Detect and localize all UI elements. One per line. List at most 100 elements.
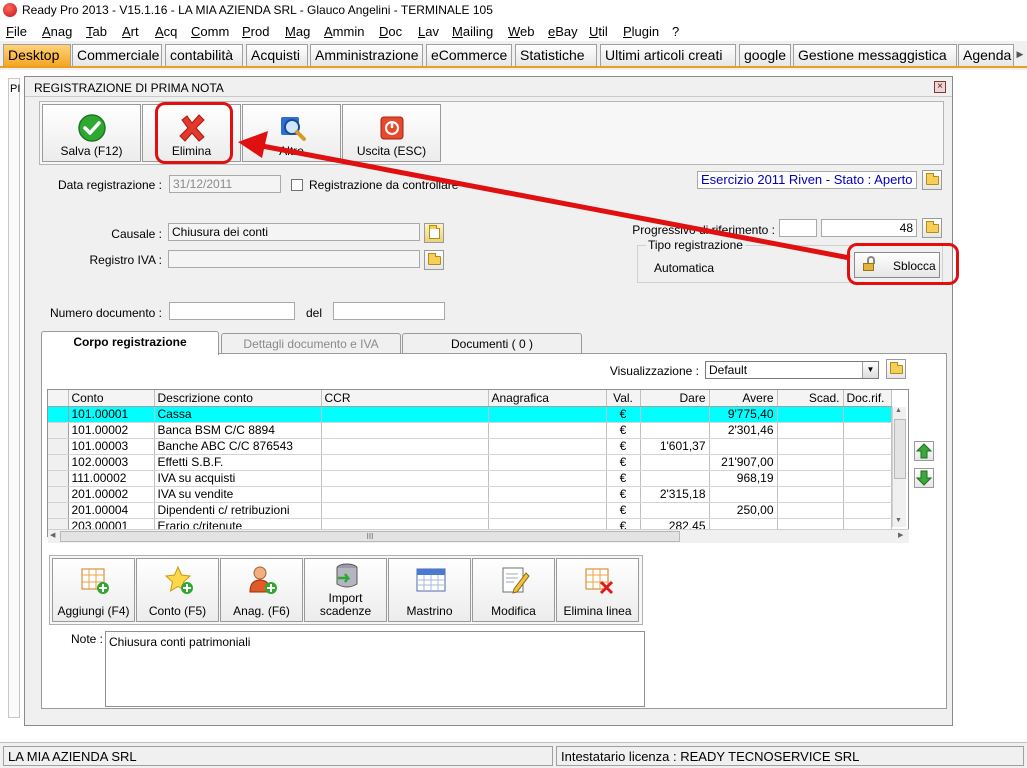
tab-agenda[interactable]: Agenda: [958, 44, 1014, 66]
table-cell[interactable]: [321, 422, 489, 439]
table-cell[interactable]: [777, 502, 844, 519]
table-cell[interactable]: Banche ABC C/C 876543: [154, 438, 322, 455]
table-cell[interactable]: 21'907,00: [709, 454, 778, 471]
esercizio-folder-button[interactable]: [922, 170, 942, 190]
table-cell[interactable]: [843, 470, 892, 487]
table-cell[interactable]: [321, 502, 489, 519]
table-cell[interactable]: 101.00002: [68, 422, 155, 439]
progressivo-field-1[interactable]: [779, 219, 817, 237]
tab-desktop[interactable]: Desktop: [3, 44, 71, 66]
causale-field[interactable]: Chiusura dei conti: [168, 223, 420, 241]
table-cell[interactable]: [843, 454, 892, 471]
table-cell[interactable]: €: [606, 502, 641, 519]
menu-doc[interactable]: Doc: [379, 24, 402, 39]
column-header[interactable]: Descrizione conto: [154, 390, 322, 407]
aggiungi-button[interactable]: Aggiungi (F4): [52, 558, 135, 622]
table-cell[interactable]: [488, 470, 607, 487]
registro-iva-field[interactable]: [168, 250, 420, 268]
column-header[interactable]: Val.: [606, 390, 641, 407]
scroll-left-icon[interactable]: ◀: [50, 531, 55, 539]
row-indicator[interactable]: [48, 454, 69, 471]
table-cell[interactable]: 201.00004: [68, 502, 155, 519]
menu-acq[interactable]: Acq: [155, 24, 177, 39]
mastrino-button[interactable]: Mastrino: [388, 558, 471, 622]
grid-horizontal-scrollbar[interactable]: ◀ III ▶: [48, 529, 909, 543]
menu-mailing[interactable]: Mailing: [452, 24, 493, 39]
table-cell[interactable]: IVA su acquisti: [154, 470, 322, 487]
table-cell[interactable]: 101.00003: [68, 438, 155, 455]
table-cell[interactable]: 101.00001: [68, 406, 155, 423]
table-cell[interactable]: [321, 486, 489, 503]
conto-button[interactable]: Conto (F5): [136, 558, 219, 622]
exit-button[interactable]: Uscita (ESC): [342, 104, 441, 162]
tab-documenti[interactable]: Documenti ( 0 ): [402, 333, 582, 353]
table-row[interactable]: 101.00001 Cassa €9'775,40: [48, 406, 892, 423]
progressivo-field-2[interactable]: 48: [821, 219, 917, 237]
scroll-right-icon[interactable]: ▶: [898, 531, 903, 539]
del-field[interactable]: [333, 302, 445, 320]
column-header[interactable]: Scad.: [777, 390, 844, 407]
row-indicator[interactable]: [48, 502, 69, 519]
table-cell[interactable]: Dipendenti c/ retribuzioni: [154, 502, 322, 519]
menu-ebay[interactable]: eBay: [548, 24, 578, 39]
menu-mag[interactable]: Mag: [285, 24, 310, 39]
table-cell[interactable]: [843, 422, 892, 439]
table-cell[interactable]: [321, 406, 489, 423]
row-indicator[interactable]: [48, 470, 69, 487]
chevron-down-icon[interactable]: ▼: [862, 362, 878, 378]
table-cell[interactable]: 2'315,18: [640, 486, 710, 503]
table-cell[interactable]: [843, 438, 892, 455]
table-cell[interactable]: 111.00002: [68, 470, 155, 487]
anag-button[interactable]: Anag. (F6): [220, 558, 303, 622]
table-cell[interactable]: Banca BSM C/C 8894: [154, 422, 322, 439]
table-cell[interactable]: 968,19: [709, 470, 778, 487]
move-row-up-button[interactable]: [914, 441, 934, 461]
table-cell[interactable]: 201.00002: [68, 486, 155, 503]
column-header[interactable]: Anagrafica: [488, 390, 607, 407]
scroll-down-icon[interactable]: ▼: [895, 517, 902, 524]
visualizzazione-folder-button[interactable]: [886, 359, 906, 379]
menu-prod[interactable]: Prod: [242, 24, 269, 39]
table-row[interactable]: 102.00003 Effetti S.B.F. €21'907,00: [48, 454, 892, 471]
tab-contabilit[interactable]: contabilità: [165, 44, 243, 66]
tab-scroll-right-icon[interactable]: ▶: [1013, 46, 1027, 62]
table-cell[interactable]: [321, 438, 489, 455]
menu-web[interactable]: Web: [508, 24, 535, 39]
table-cell[interactable]: [709, 486, 778, 503]
scroll-thumb[interactable]: [894, 419, 906, 479]
table-cell[interactable]: 250,00: [709, 502, 778, 519]
import-scadenze-button[interactable]: Import scadenze: [304, 558, 387, 622]
table-cell[interactable]: [843, 406, 892, 423]
tab-dettagli-documento[interactable]: Dettagli documento e IVA: [221, 333, 401, 353]
hscroll-thumb[interactable]: III: [60, 531, 680, 542]
dialog-close-button[interactable]: ×: [934, 81, 946, 93]
table-cell[interactable]: €: [606, 438, 641, 455]
menu-help[interactable]: ?: [672, 24, 679, 39]
menu-art[interactable]: Art: [122, 24, 139, 39]
table-cell[interactable]: [640, 470, 710, 487]
tab-statistiche[interactable]: Statistiche: [515, 44, 597, 66]
column-header[interactable]: CCR: [321, 390, 489, 407]
row-indicator[interactable]: [48, 486, 69, 503]
table-cell[interactable]: [777, 422, 844, 439]
table-cell[interactable]: [709, 438, 778, 455]
table-cell[interactable]: [488, 502, 607, 519]
table-cell[interactable]: [640, 454, 710, 471]
table-cell[interactable]: €: [606, 422, 641, 439]
scroll-up-icon[interactable]: ▲: [895, 407, 902, 414]
tab-commerciale[interactable]: Commerciale: [72, 44, 162, 66]
table-cell[interactable]: €: [606, 406, 641, 423]
tab-corpo-registrazione[interactable]: Corpo registrazione: [41, 331, 219, 355]
tab-gestione-messaggistica[interactable]: Gestione messaggistica: [793, 44, 957, 66]
menu-file[interactable]: File: [6, 24, 27, 39]
menu-plugin[interactable]: Plugin: [623, 24, 659, 39]
menu-tab[interactable]: Tab: [86, 24, 107, 39]
progressivo-folder-button[interactable]: [922, 218, 942, 238]
menu-ammin[interactable]: Ammin: [324, 24, 364, 39]
menu-util[interactable]: Util: [589, 24, 608, 39]
data-registrazione-field[interactable]: 31/12/2011: [169, 175, 281, 193]
table-cell[interactable]: 1'601,37: [640, 438, 710, 455]
save-button[interactable]: Salva (F12): [42, 104, 141, 162]
visualizzazione-select[interactable]: Default ▼: [705, 361, 879, 379]
note-textarea[interactable]: Chiusura conti patrimoniali: [105, 631, 645, 707]
